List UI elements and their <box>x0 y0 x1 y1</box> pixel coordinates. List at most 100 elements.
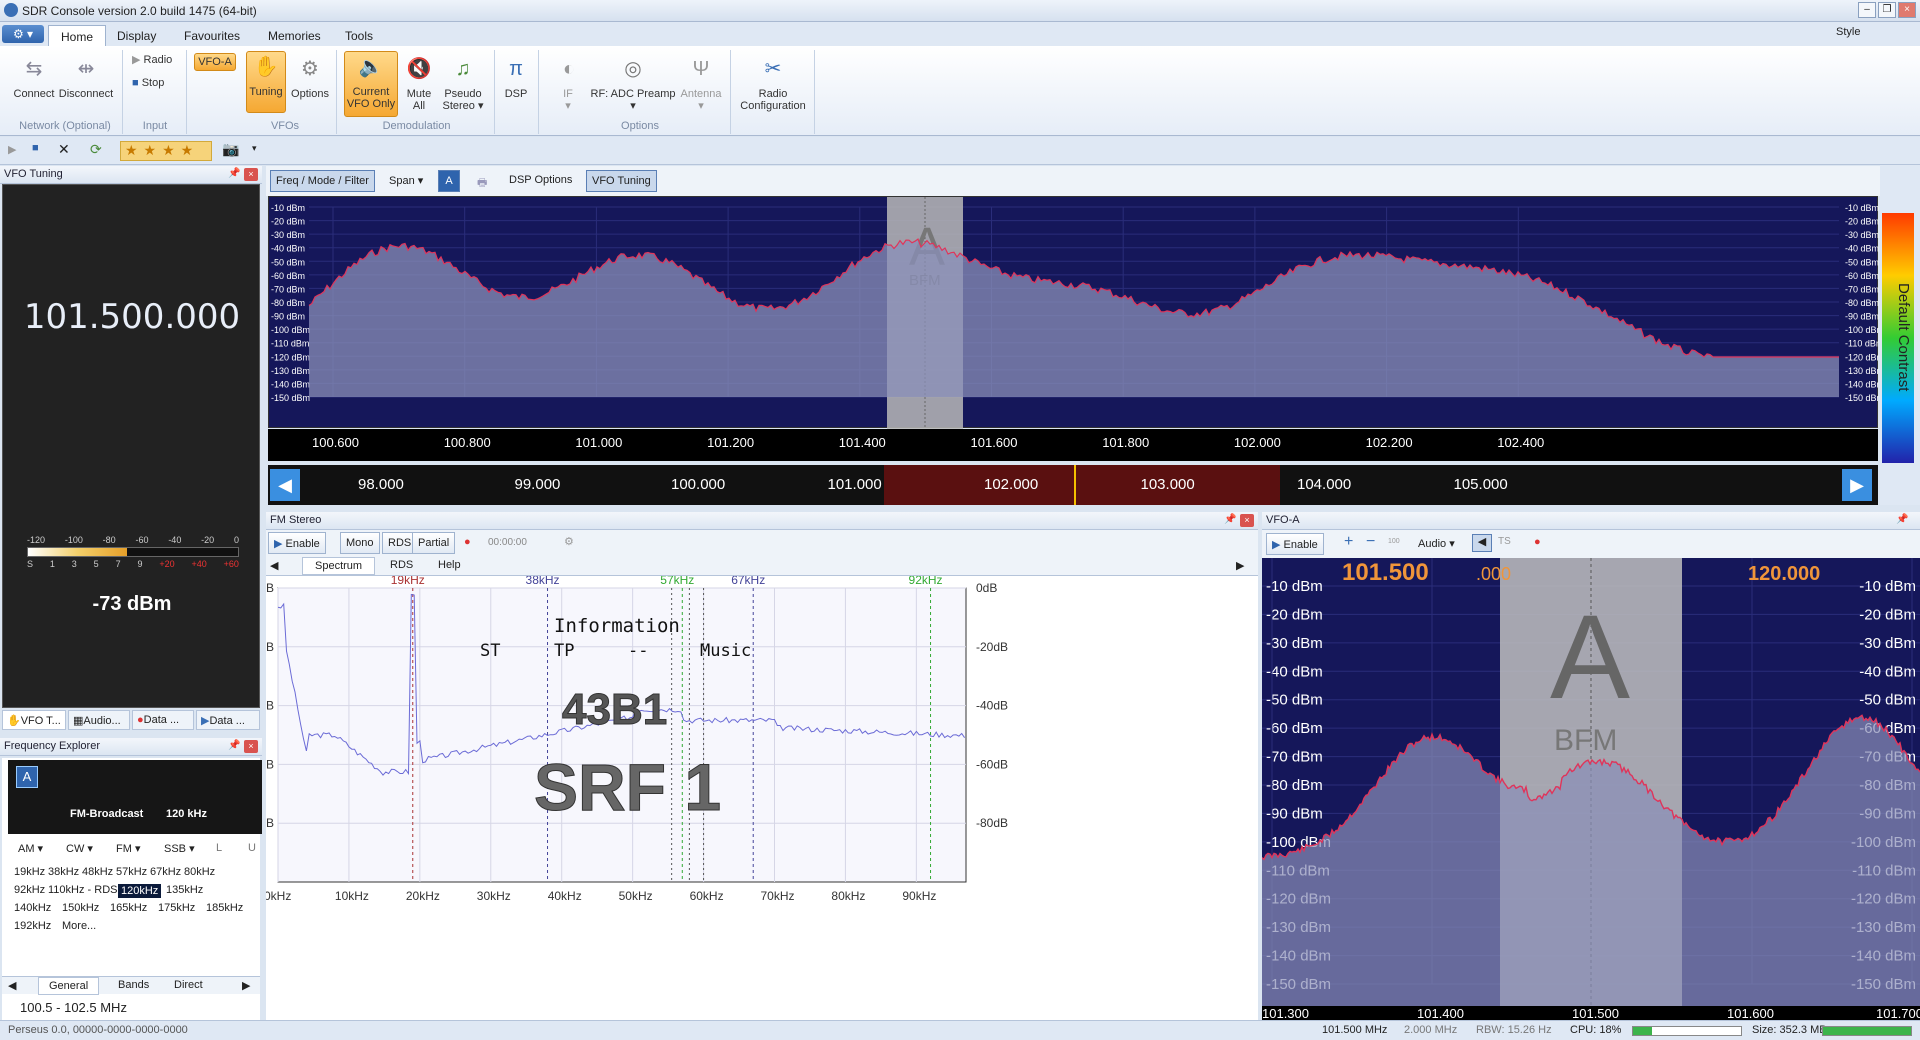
pin-icon[interactable]: 📌 <box>1224 514 1236 525</box>
vfo-a-button[interactable]: A <box>438 170 460 192</box>
tab-help[interactable]: Help <box>430 559 469 571</box>
pin-icon[interactable]: 📌 <box>228 168 240 179</box>
speaker-icon[interactable]: ◀ <box>1472 534 1492 552</box>
close-icon[interactable]: × <box>1240 514 1254 527</box>
vfo-enable-button[interactable]: ▶ Enable <box>1266 533 1324 555</box>
mode-ssb-dropdown[interactable]: SSB ▾ <box>164 842 195 855</box>
current-vfo-only-button[interactable]: 🔈 Current VFO Only <box>344 51 398 117</box>
tab-vfo-tuning[interactable]: ✋VFO T... <box>2 710 66 730</box>
spectrum-plot[interactable]: -10 dBm -10 dBm -20 dBm -20 dBm -30 dBm -30 d… <box>269 197 1884 429</box>
tuning-button[interactable]: ✋ Tuning <box>246 51 286 113</box>
rf-adc-preamp-button[interactable]: ◎ RF: ADC Preamp ▾ <box>590 54 676 112</box>
dsp-button[interactable]: π DSP <box>500 54 532 100</box>
main-spectrum[interactable]: -10 dBm -10 dBm -20 dBm -20 dBm -30 dBm -30 d… <box>268 196 1884 429</box>
antenna-button[interactable]: Ψ Antenna ▾ <box>678 54 724 112</box>
tab-rds[interactable]: RDS <box>384 559 419 571</box>
mute-all-button[interactable]: 🔇 Mute All <box>402 54 436 112</box>
tuned-frequency[interactable]: 101.500.000 <box>3 297 261 337</box>
zoom-in-icon[interactable]: + <box>1344 533 1353 551</box>
bandwidth-option[interactable]: 92kHz <box>14 884 45 896</box>
close-icon[interactable]: × <box>244 168 258 181</box>
bandwidth-option[interactable]: 120kHz <box>118 884 162 898</box>
close-icon[interactable]: × <box>244 740 258 753</box>
zoom-100-icon[interactable]: 100 <box>1388 538 1400 545</box>
play-icon[interactable]: ▶ <box>8 143 16 156</box>
bandwidth-option[interactable]: 192kHz <box>14 920 51 932</box>
fm-enable-button[interactable]: ▶ Enable <box>268 532 326 554</box>
record-icon[interactable]: ● <box>1534 536 1541 548</box>
tab-favourites[interactable]: Favourites <box>172 25 252 46</box>
mpx-spectrum-plot[interactable]: 0kHz 10kHz 20kHz 30kHz 40kHz 50kHz 60kHz 70kHz 8… <box>242 573 1258 1020</box>
bandwidth-option[interactable]: 38kHz <box>48 866 79 878</box>
bandwidth-option[interactable]: More... <box>62 920 96 932</box>
chevron-right-icon[interactable]: ▶ <box>242 979 250 992</box>
bandwidth-option[interactable]: 175kHz <box>158 902 195 914</box>
app-menu-button[interactable]: ⚙ ▾ <box>2 25 44 43</box>
chevron-down-icon[interactable]: ▾ <box>252 143 257 154</box>
favourites-stars[interactable]: ★★★★ <box>120 141 212 161</box>
tab-data-record[interactable]: ●Data ... <box>132 710 194 730</box>
vfo-a-spectrum[interactable]: -10 dBm -10 dBm -20 dBm -20 dBm -30 dBm -30 d… <box>1261 558 1920 1021</box>
options-button[interactable]: ⚙ Options <box>288 54 332 100</box>
radio-button[interactable]: ▶ Radio <box>132 54 172 66</box>
frequency-scale-coarse[interactable]: ◀ ▶ 98.000 99.000 100.000 101.000 102.000 103… <box>268 465 1878 505</box>
vfo-tuning-button[interactable]: VFO Tuning <box>586 170 657 192</box>
scroll-left-button[interactable]: ◀ <box>270 469 300 501</box>
bandwidth-option[interactable]: 140kHz <box>14 902 51 914</box>
connect-button[interactable]: ⇆ Connect <box>8 54 60 100</box>
tab-bands[interactable]: Bands <box>110 979 157 991</box>
scroll-right-button[interactable]: ▶ <box>1842 469 1872 501</box>
radio-configuration-button[interactable]: ✂ Radio Configuration <box>736 54 810 112</box>
bandwidth-option[interactable]: 110kHz - RDS <box>48 884 117 896</box>
vfo-a-plot[interactable]: -10 dBm -10 dBm -20 dBm -20 dBm -30 dBm -30 d… <box>1261 558 1920 1021</box>
pin-icon[interactable]: 📌 <box>228 740 240 751</box>
mode-cw-dropdown[interactable]: CW ▾ <box>66 842 93 855</box>
tab-data-play[interactable]: ▶Data ... <box>196 710 260 730</box>
tab-spectrum[interactable]: Spectrum <box>302 557 376 575</box>
tab-tools[interactable]: Tools <box>333 25 385 46</box>
style-menu[interactable]: Style <box>1836 26 1860 38</box>
mode-fm-dropdown[interactable]: FM ▾ <box>116 842 140 855</box>
partial-button[interactable]: Partial <box>412 532 456 554</box>
chevron-left-icon[interactable]: ◀ <box>270 559 278 572</box>
bandwidth-option[interactable]: 67kHz <box>150 866 181 878</box>
mono-button[interactable]: Mono <box>340 532 380 554</box>
tab-direct[interactable]: Direct <box>166 979 211 991</box>
mode-l-button[interactable]: L <box>216 842 222 854</box>
tab-general[interactable]: General <box>38 977 100 995</box>
restore-icon[interactable]: ❐ <box>1878 2 1896 18</box>
pseudo-stereo-button[interactable]: ♫ Pseudo Stereo ▾ <box>440 54 486 112</box>
bandwidth-option[interactable]: 165kHz <box>110 902 147 914</box>
pin-icon[interactable]: 📌 <box>1896 514 1908 525</box>
bandwidth-option[interactable]: 185kHz <box>206 902 243 914</box>
disconnect-button[interactable]: ⇹ Disconnect <box>56 54 116 100</box>
zoom-out-icon[interactable]: − <box>1366 533 1375 551</box>
bandwidth-option[interactable]: 135kHz <box>166 884 203 896</box>
span-dropdown[interactable]: Span ▾ <box>384 170 428 192</box>
bandwidth-option[interactable]: 150kHz <box>62 902 99 914</box>
tab-audio[interactable]: ▦Audio... <box>68 710 130 730</box>
mode-am-dropdown[interactable]: AM ▾ <box>18 842 43 855</box>
tab-display[interactable]: Display <box>105 25 168 46</box>
vfo-a-selector[interactable]: VFO-A <box>194 53 236 71</box>
bandwidth-option[interactable]: 48kHz <box>82 866 113 878</box>
ts-icon[interactable]: TS <box>1498 536 1511 547</box>
record-icon[interactable]: ● <box>464 536 471 548</box>
bandwidth-option[interactable]: 19kHz <box>14 866 45 878</box>
mode-u-button[interactable]: U <box>248 842 256 854</box>
bandwidth-option[interactable]: 80kHz <box>184 866 215 878</box>
tab-memories[interactable]: Memories <box>256 25 333 46</box>
gear-icon[interactable]: ⚙ <box>564 535 574 548</box>
refresh-icon[interactable]: ⟳ <box>90 141 102 158</box>
close-icon[interactable]: × <box>1898 2 1916 18</box>
bandwidth-option[interactable]: 57kHz <box>116 866 147 878</box>
if-button[interactable]: ◐ IF ▾ <box>554 54 582 112</box>
stop-button[interactable]: ■ Stop <box>132 77 164 89</box>
audio-dropdown[interactable]: Audio ▾ <box>1418 537 1455 550</box>
print-icon[interactable]: 🖶 <box>472 170 492 192</box>
dsp-options-button[interactable]: DSP Options <box>504 170 577 192</box>
tab-home[interactable]: Home <box>48 25 107 46</box>
camera-icon[interactable]: 📷 <box>222 141 239 158</box>
stop-icon[interactable]: ■ <box>32 142 39 154</box>
frequency-scale-fine[interactable]: 100.600 100.800 101.000 101.200 101.400 101.6… <box>268 429 1878 461</box>
